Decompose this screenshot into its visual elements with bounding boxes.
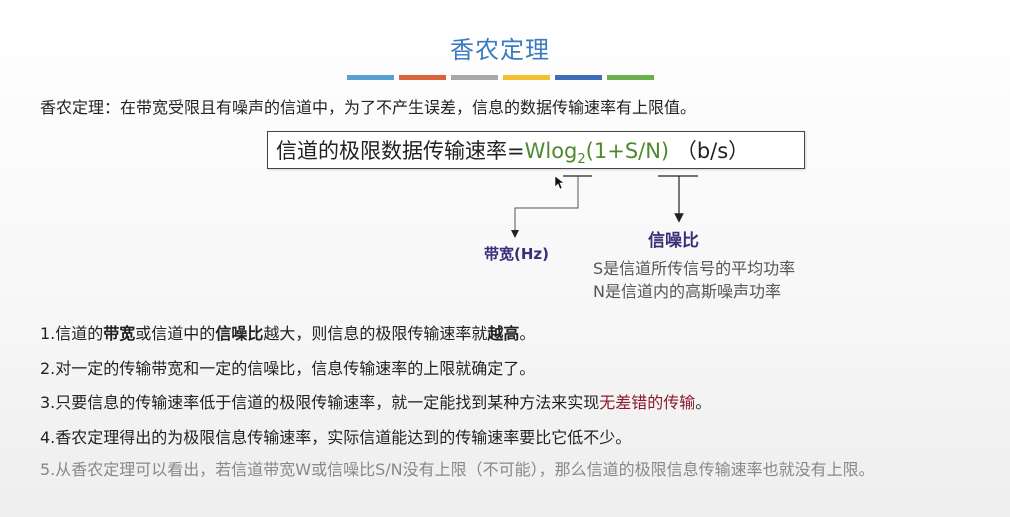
- point-1-text: 1.信道的: [40, 324, 104, 343]
- point-3-text: 。: [695, 393, 712, 412]
- point-1: 1.信道的带宽或信道中的信噪比越大，则信息的极限传输速率就越高。: [40, 320, 535, 344]
- bandwidth-label: 带宽(Hz): [484, 245, 549, 263]
- s-definition: S是信道所传信号的平均功率: [593, 259, 796, 278]
- point-4: 4.香农定理得出的为极限信息传输速率，实际信道能达到的传输速率要比它低不少。: [40, 428, 632, 447]
- point-1-text: 。: [519, 324, 536, 343]
- point-2: 2.对一定的传输带宽和一定的信噪比，信息传输速率的上限就确定了。: [40, 359, 536, 378]
- point-1-higher: 越高: [487, 324, 520, 343]
- mouse-pointer-icon: [555, 176, 565, 190]
- point-3-error-free: 无差错的传输: [599, 393, 696, 412]
- point-3: 3.只要信息的传输速率低于信道的极限传输速率，就一定能找到某种方法来实现无差错的…: [40, 389, 711, 413]
- point-5: 5.从香农定理可以看出，若信道带宽W或信噪比S/N没有上限（不可能），那么信道的…: [40, 460, 875, 479]
- point-1-text: 越大，则信息的极限传输速率就: [263, 324, 488, 343]
- n-definition: N是信道内的高斯噪声功率: [593, 282, 781, 301]
- snr-label: 信噪比: [648, 231, 699, 251]
- point-1-bandwidth: 带宽: [103, 324, 136, 343]
- point-1-snr: 信噪比: [215, 324, 264, 343]
- point-3-text: 3.只要信息的传输速率低于信道的极限传输速率，就一定能找到某种方法来实现: [40, 393, 600, 412]
- point-1-text: 或信道中的: [135, 324, 216, 343]
